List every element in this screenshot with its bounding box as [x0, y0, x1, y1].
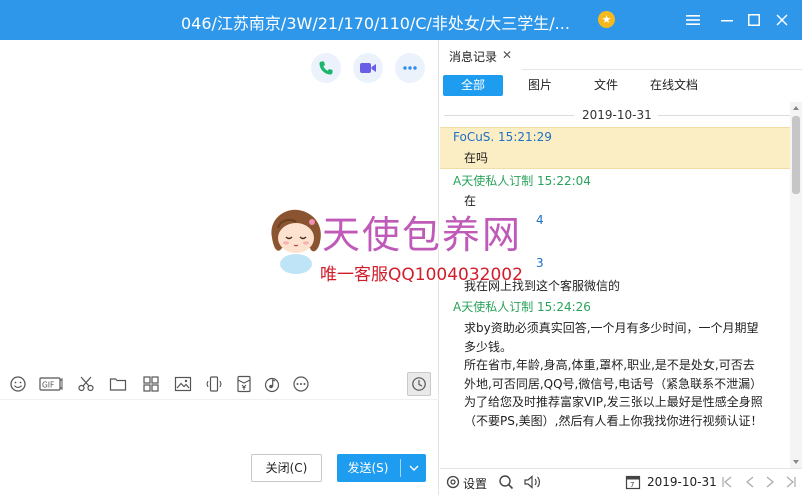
- message-item[interactable]: FoCuS. 15:21:29 在吗: [440, 127, 790, 169]
- image-grid-icon[interactable]: [142, 375, 160, 393]
- more-options-button[interactable]: [395, 53, 425, 83]
- close-tab-icon[interactable]: ✕: [502, 48, 512, 62]
- music-icon[interactable]: [263, 375, 281, 393]
- last-page-icon[interactable]: [783, 474, 799, 490]
- date-divider-line-left: [444, 115, 574, 116]
- message-item[interactable]: A天使私人订制 15:22:04 在: [440, 170, 790, 212]
- window-title: 046/江苏南京/3W/21/170/110/C/非处女/大三学生/...: [181, 14, 570, 33]
- chat-panel: GIF 关闭(C) 发送(S): [0, 40, 439, 495]
- history-date-value[interactable]: 2019-10-31: [647, 475, 717, 489]
- scroll-down-arrow[interactable]: [790, 456, 802, 468]
- settings-menu-icon[interactable]: [681, 8, 705, 32]
- filter-all[interactable]: 全部: [443, 75, 503, 96]
- history-panel: 消息记录 ✕ 全部 图片 文件 在线文档 2019-10-31 FoCuS. 1…: [440, 40, 802, 495]
- next-page-icon[interactable]: [762, 474, 778, 490]
- message-text: 我在网上找到这个客服微信的: [464, 279, 621, 293]
- date-divider: 2019-10-31: [440, 107, 794, 123]
- settings-label[interactable]: 设置: [463, 475, 487, 492]
- svg-text:7: 7: [630, 481, 634, 489]
- speaker-icon[interactable]: [523, 474, 543, 490]
- message-sender: 4: [536, 213, 544, 227]
- clock-icon: [412, 377, 426, 391]
- voice-call-button[interactable]: [311, 53, 341, 83]
- message-item[interactable]: A天使私人订制 15:24:26 求by资助必须真实回答,一个月有多少时间，一个…: [440, 297, 790, 468]
- scroll-up-arrow[interactable]: [790, 102, 802, 114]
- history-scrollbar[interactable]: [790, 102, 802, 468]
- message-sender: A天使私人订制 15:22:04: [453, 174, 591, 188]
- message-item[interactable]: 3 我在网上找到这个客服微信的: [440, 251, 790, 293]
- picture-icon[interactable]: [174, 375, 192, 393]
- filter-images[interactable]: 图片: [518, 75, 562, 96]
- gif-label: GIF: [42, 381, 54, 390]
- message-sender: 3: [536, 256, 544, 270]
- red-packet-icon[interactable]: [235, 375, 253, 393]
- message-text: 在: [464, 194, 477, 208]
- date-divider-line-right: [658, 115, 790, 116]
- send-button[interactable]: 发送(S): [337, 454, 426, 482]
- video-call-button[interactable]: [353, 53, 383, 83]
- message-sender: A天使私人订制 15:24:26: [453, 300, 591, 314]
- more-dots-icon: [403, 66, 417, 70]
- title-bar: 046/江苏南京/3W/21/170/110/C/非处女/大三学生/... ★: [0, 0, 802, 40]
- filter-online-docs[interactable]: 在线文档: [642, 75, 706, 96]
- input-toolbar: GIF: [0, 368, 439, 400]
- maximize-button[interactable]: [742, 8, 766, 32]
- tab-message-history[interactable]: 消息记录 ✕: [440, 40, 522, 70]
- close-button[interactable]: 关闭(C): [251, 454, 322, 482]
- message-text: 在吗: [464, 151, 489, 165]
- video-camera-icon: [360, 63, 376, 73]
- filter-files[interactable]: 文件: [584, 75, 628, 96]
- history-filters: 全部 图片 文件 在线文档: [440, 70, 802, 102]
- first-page-icon[interactable]: [719, 474, 735, 490]
- message-history-button[interactable]: [407, 372, 431, 396]
- message-list: FoCuS. 15:21:29 在吗 A天使私人订制 15:22:04 在 4 …: [440, 127, 790, 468]
- history-bottom-bar: 设置 7 2019-10-31: [440, 468, 802, 495]
- chevron-down-icon: [409, 465, 418, 471]
- search-icon[interactable]: [498, 474, 514, 490]
- scrollbar-thumb[interactable]: [792, 116, 800, 194]
- scissors-icon[interactable]: [77, 375, 95, 393]
- send-button-label: 发送(S): [347, 461, 389, 475]
- tab-message-history-label: 消息记录: [449, 50, 498, 64]
- previous-page-icon[interactable]: [742, 474, 758, 490]
- message-sender: FoCuS. 15:21:29: [453, 130, 552, 144]
- phone-icon: [319, 61, 333, 75]
- more-icon[interactable]: [292, 375, 310, 393]
- calendar-icon[interactable]: 7: [625, 474, 641, 490]
- message-text: 求by资助必须真实回答,一个月有多少时间，一个月期望多少钱。 所在省市,年龄,身…: [464, 321, 763, 428]
- send-options-dropdown[interactable]: [401, 454, 426, 482]
- emoji-icon[interactable]: [9, 375, 27, 393]
- settings-gear-icon[interactable]: [445, 474, 461, 490]
- message-item[interactable]: 4: [440, 212, 790, 240]
- star-badge-icon: ★: [598, 11, 615, 28]
- date-label: 2019-10-31: [582, 108, 652, 122]
- gif-icon[interactable]: GIF: [39, 375, 63, 393]
- shake-icon[interactable]: [205, 375, 223, 393]
- close-window-button[interactable]: [770, 8, 794, 32]
- folder-icon[interactable]: [109, 375, 127, 393]
- minimize-button[interactable]: [715, 8, 739, 32]
